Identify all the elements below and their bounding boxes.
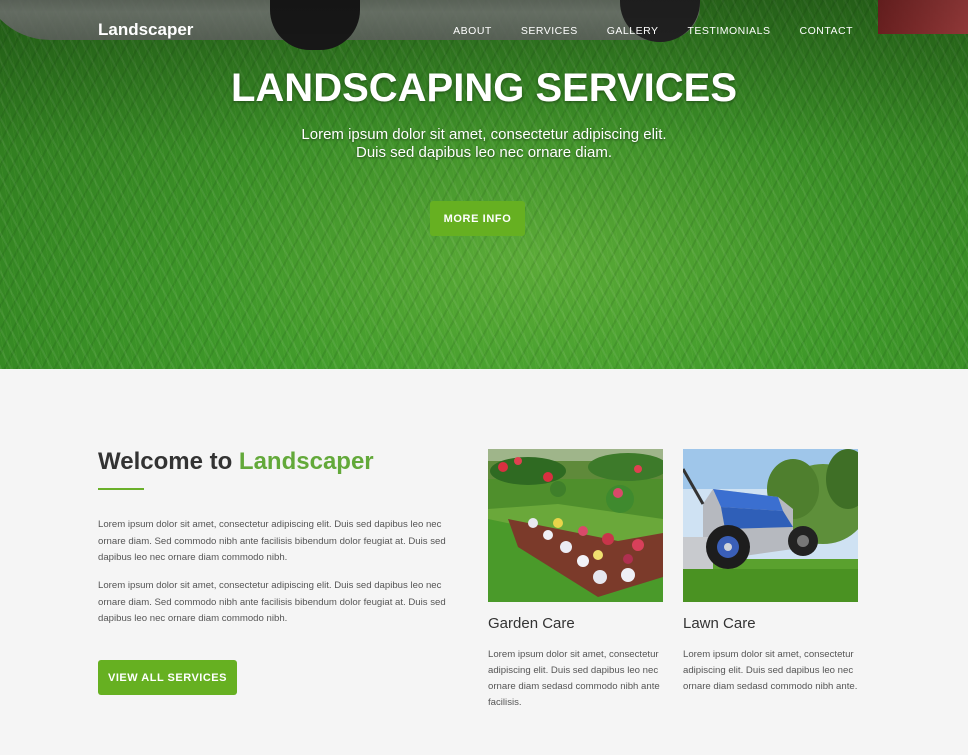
heading-underline: [98, 488, 144, 490]
view-all-services-button[interactable]: VIEW ALL SERVICES: [98, 660, 237, 695]
hero-subtitle: Lorem ipsum dolor sit amet, consectetur …: [0, 126, 968, 162]
welcome-heading: Welcome to Landscaper: [98, 448, 374, 476]
hero-title: LANDSCAPING SERVICES: [230, 66, 737, 110]
service-title-garden-care[interactable]: Garden Care: [488, 615, 575, 632]
garden-image-graphic: [488, 449, 663, 602]
service-text-garden-care: Lorem ipsum dolor sit amet, consectetur …: [488, 649, 660, 708]
welcome-heading-prefix: Welcome to: [98, 448, 239, 475]
hero-subtitle-line2: Duis sed dapibus leo nec ornare diam.: [356, 144, 612, 161]
nav-gallery[interactable]: GALLERY: [607, 25, 659, 37]
main-nav: ABOUT SERVICES GALLERY TESTIMONIALS CONT…: [453, 25, 853, 37]
welcome-heading-accent: Landscaper: [238, 448, 374, 475]
nav-testimonials[interactable]: TESTIMONIALS: [688, 25, 771, 37]
welcome-paragraph-2: Lorem ipsum dolor sit amet, consectetur …: [98, 580, 446, 624]
hero-section: Landscaper ABOUT SERVICES GALLERY TESTIM…: [0, 0, 968, 369]
brand-logo[interactable]: Landscaper: [98, 20, 193, 40]
service-card-lawn-care: Lawn Care Lorem ipsum dolor sit amet, co…: [683, 449, 858, 692]
hero-subtitle-line1: Lorem ipsum dolor sit amet, consectetur …: [301, 126, 667, 143]
welcome-paragraph-1: Lorem ipsum dolor sit amet, consectetur …: [98, 519, 446, 563]
service-card-garden-care: Garden Care Lorem ipsum dolor sit amet, …: [488, 449, 663, 708]
lawn-care-image[interactable]: [683, 449, 858, 602]
nav-services[interactable]: SERVICES: [521, 25, 578, 37]
nav-about[interactable]: ABOUT: [453, 25, 492, 37]
service-text-lawn-care: Lorem ipsum dolor sit amet, consectetur …: [683, 649, 858, 692]
more-info-button[interactable]: MORE INFO: [430, 201, 525, 236]
lawn-image-graphic: [683, 449, 858, 602]
service-title-lawn-care[interactable]: Lawn Care: [683, 615, 756, 632]
garden-care-image[interactable]: [488, 449, 663, 602]
nav-contact[interactable]: CONTACT: [800, 25, 853, 37]
